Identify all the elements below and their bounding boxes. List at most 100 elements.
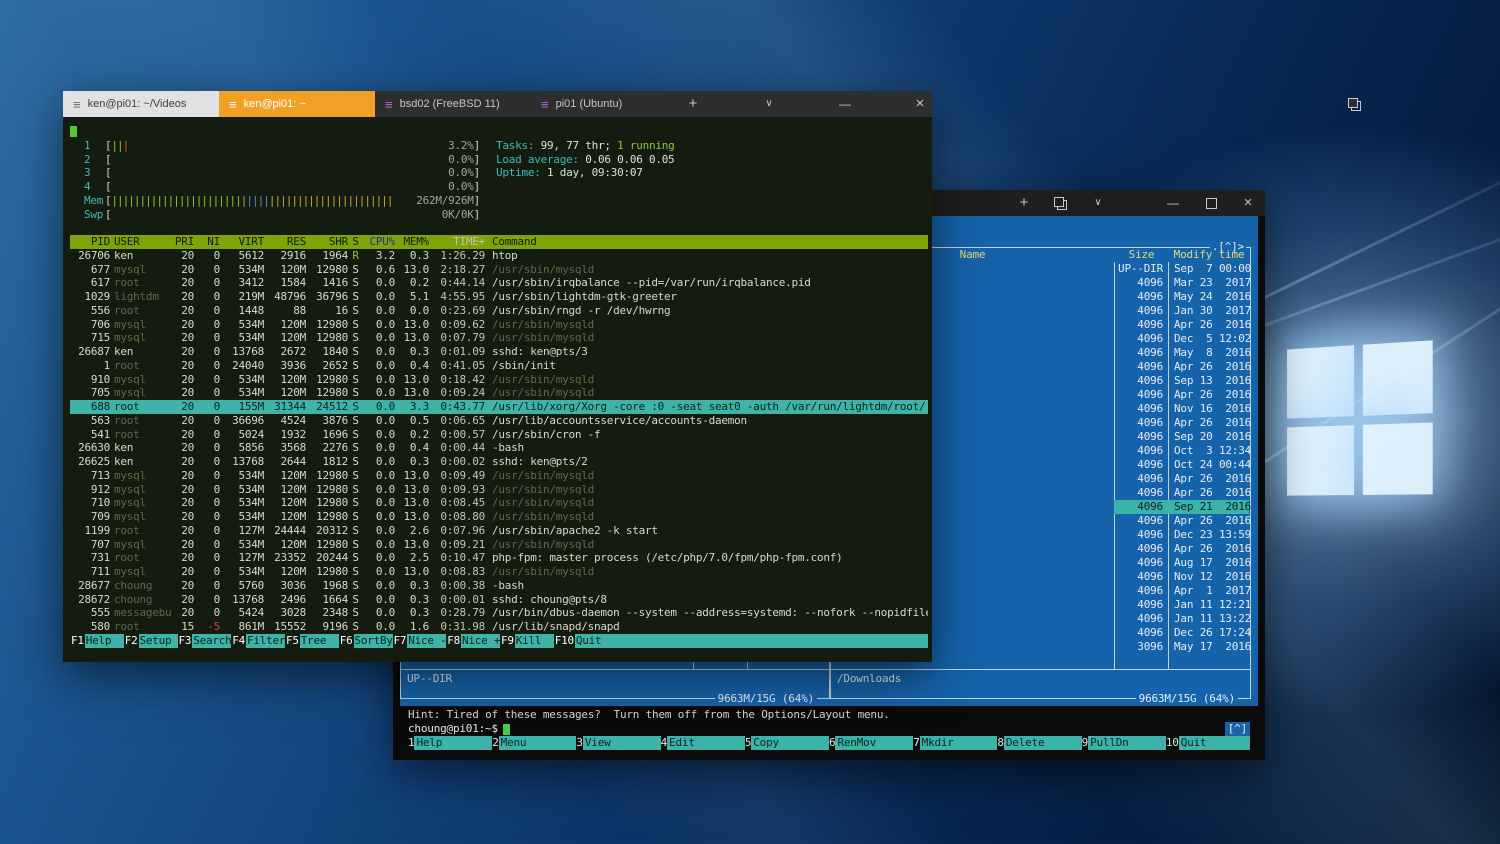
chevron-down-icon[interactable]: ∨	[756, 91, 782, 117]
tab-pi01-ubuntu[interactable]: ≡ pi01 (Ubuntu)	[531, 91, 687, 117]
tab-label: ken@pi01: ~/Videos	[88, 98, 187, 110]
column-header-pri[interactable]: PRI	[172, 235, 194, 249]
mc-fkey-3[interactable]: 3View	[576, 736, 660, 750]
cpu2-meter: 2[0.0%]	[84, 153, 480, 167]
cpu-meters: 1[|||3.2%]2[0.0%]3[0.0%]4[0.0%]Mem[|||||…	[70, 139, 480, 222]
fkey-f10[interactable]: F10Quit	[554, 634, 614, 648]
process-row-28677[interactable]: 28677choung200576030361968S0.00.30:00.38…	[70, 579, 928, 593]
process-row-1[interactable]: 1root2002404039362652S0.00.40:41.05/sbin…	[70, 359, 928, 373]
process-row-912[interactable]: 912mysql200534M120M12980S0.013.00:09.93/…	[70, 483, 928, 497]
process-row-26630[interactable]: 26630ken200585635682276S0.00.40:00.44-ba…	[70, 441, 928, 455]
column-header-tm[interactable]: TIME+	[429, 235, 485, 249]
htop-meters: 1[|||3.2%]2[0.0%]3[0.0%]4[0.0%]Mem[|||||…	[70, 139, 928, 222]
fkey-f8[interactable]: F8Nice +	[446, 634, 500, 648]
process-row-26625[interactable]: 26625ken2001376826441812S0.00.30:00.02ss…	[70, 455, 928, 469]
mc-fkey-10[interactable]: 10Quit	[1166, 736, 1250, 750]
tab-ken-pi01[interactable]: ≡ken@pi01: ~	[219, 91, 375, 117]
fkey-f6[interactable]: F6SortBy	[339, 634, 393, 648]
column-header-pid[interactable]: PID	[70, 235, 110, 249]
mc-left-ministatus: UP--DIR	[407, 672, 452, 686]
mc-hint-line: Hint: Tired of these messages? Turn them…	[408, 708, 1250, 722]
process-row-710[interactable]: 710mysql200534M120M12980S0.013.00:08.45/…	[70, 496, 928, 510]
column-header-size[interactable]: Size	[1115, 248, 1168, 262]
process-row-731[interactable]: 731root200127M2335220244S0.02.50:10.47ph…	[70, 551, 928, 565]
process-row-555[interactable]: 555messagebu200542430282348S0.00.30:28.7…	[70, 606, 928, 620]
column-header-res[interactable]: RES	[264, 235, 306, 249]
column-header-shr[interactable]: SHR	[306, 235, 348, 249]
fkey-f1[interactable]: F1Help	[70, 634, 124, 648]
process-row-580[interactable]: 580root15-5861M155529196S0.01.60:31.98/u…	[70, 620, 928, 634]
process-row-705[interactable]: 705mysql200534M120M12980S0.013.00:09.24/…	[70, 386, 928, 400]
mc-left-freespace: 9663M/15G (64%)	[715, 692, 817, 706]
fkey-f4[interactable]: F4Filter	[231, 634, 285, 648]
column-header-cmd[interactable]: Command	[485, 235, 928, 249]
fkey-f2[interactable]: F2Setup	[124, 634, 178, 648]
process-row-617[interactable]: 617root200341215841416S0.00.20:44.14/usr…	[70, 276, 928, 290]
shell-prompt-line[interactable]: choung@pi01:~$ [^]	[408, 722, 1250, 736]
process-row-715[interactable]: 715mysql200534M120M12980S0.013.00:07.79/…	[70, 331, 928, 345]
column-header-ni[interactable]: NI	[194, 235, 220, 249]
htop-titlebar[interactable]: ≡ ken@pi01: ~/Videos ≡ken@pi01: ~≡bsd02 (F…	[63, 91, 932, 117]
close-button[interactable]: ×	[1235, 190, 1261, 216]
mc-fkey-7[interactable]: 7Mkdir	[913, 736, 997, 750]
htop-info-row: Uptime: 1 day, 09:30:07	[496, 166, 928, 180]
process-row-709[interactable]: 709mysql200534M120M12980S0.013.00:08.80/…	[70, 510, 928, 524]
mc-fkey-4[interactable]: 4Edit	[661, 736, 745, 750]
process-row-711[interactable]: 711mysql200534M120M12980S0.013.00:08.83/…	[70, 565, 928, 579]
fkey-f9[interactable]: F9Kill	[500, 634, 554, 648]
process-row-26687[interactable]: 26687ken2001376826721840S0.00.30:01.09ss…	[70, 345, 928, 359]
process-row-713[interactable]: 713mysql200534M120M12980S0.013.00:09.49/…	[70, 469, 928, 483]
panels-toggle-badge[interactable]: [^]	[1225, 722, 1250, 736]
process-row-541[interactable]: 541root200502419321696S0.00.20:00.57/usr…	[70, 428, 928, 442]
htop-fkey-bar: F1HelpF2SetupF3SearchF4FilterF5TreeF6Sor…	[70, 634, 928, 648]
mc-right-freespace: 9663M/15G (64%)	[1136, 692, 1238, 706]
ministatus-separator	[401, 669, 829, 670]
mc-fkey-9[interactable]: 9PullDn	[1082, 736, 1166, 750]
mc-fkey-5[interactable]: 5Copy	[745, 736, 829, 750]
column-header-virt[interactable]: VIRT	[220, 235, 264, 249]
swap-meter: Swp[0K/0K]	[84, 208, 480, 222]
minimize-button[interactable]: —	[1160, 190, 1186, 216]
process-row-688[interactable]: 688root200155M3134424512S0.03.30:43.77/u…	[70, 400, 928, 414]
mc-fkey-6[interactable]: 6RenMov	[829, 736, 913, 750]
process-row-26706[interactable]: 26706ken200561229161964R3.20.31:26.29hto…	[70, 249, 928, 263]
minimize-button[interactable]: —	[832, 91, 858, 117]
chevron-down-icon[interactable]: ∨	[1085, 190, 1111, 216]
new-tab-button[interactable]: +	[1011, 190, 1037, 216]
fkey-f3[interactable]: F3Search	[178, 634, 232, 648]
process-row-677[interactable]: 677mysql200534M120M12980S0.613.02:18.27/…	[70, 263, 928, 277]
mc-right-ministatus: /Downloads	[837, 672, 901, 686]
process-row-28672[interactable]: 28672choung2001376824961664S0.00.30:00.0…	[70, 593, 928, 607]
tab-menu-icon[interactable]: ≡	[73, 98, 81, 111]
column-header-st[interactable]: S	[348, 235, 363, 249]
mc-shell-area: Hint: Tired of these messages? Turn them…	[400, 706, 1258, 758]
cpu3-meter: 3[0.0%]	[84, 166, 480, 180]
mc-fkey-1[interactable]: 1Help	[408, 736, 492, 750]
process-row-910[interactable]: 910mysql200534M120M12980S0.013.00:18.42/…	[70, 373, 928, 387]
tab-menu-icon[interactable]: ≡	[229, 98, 237, 111]
mc-fkey-2[interactable]: 2Menu	[492, 736, 576, 750]
column-header-mtime[interactable]: Modify time	[1169, 248, 1249, 262]
tab-ken-pi01-videos[interactable]: ≡ ken@pi01: ~/Videos	[63, 91, 219, 117]
tab-bsd02-freebsd-11[interactable]: ≡bsd02 (FreeBSD 11)	[375, 91, 531, 117]
column-header-cpu[interactable]: CPU%	[363, 235, 395, 249]
close-button[interactable]: ×	[907, 91, 933, 117]
fkey-f5[interactable]: F5Tree	[285, 634, 339, 648]
process-row-563[interactable]: 563root2003669645243876S0.00.50:06.65/us…	[70, 414, 928, 428]
process-row-1199[interactable]: 1199root200127M2444420312S0.02.60:07.96/…	[70, 524, 928, 538]
column-header-user[interactable]: USER	[110, 235, 172, 249]
mc-fkey-8[interactable]: 8Delete	[997, 736, 1081, 750]
process-row-707[interactable]: 707mysql200534M120M12980S0.013.00:09.21/…	[70, 538, 928, 552]
fkey-f7[interactable]: F7Nice -	[393, 634, 447, 648]
htop-terminal[interactable]: 1[|||3.2%]2[0.0%]3[0.0%]4[0.0%]Mem[|||||…	[63, 117, 932, 662]
process-row-1029[interactable]: 1029lightdm200219M4879636796S0.05.14:55.…	[70, 290, 928, 304]
tab-menu-icon[interactable]: ≡	[385, 98, 393, 111]
process-row-556[interactable]: 556root20014488816S0.00.00:23.69/usr/sbi…	[70, 304, 928, 318]
duplicate-tab-icon[interactable]	[1342, 91, 1368, 117]
process-row-706[interactable]: 706mysql200534M120M12980S0.013.00:09.62/…	[70, 318, 928, 332]
new-tab-button[interactable]: +	[680, 91, 706, 117]
column-header-mem[interactable]: MEM%	[395, 235, 429, 249]
tab-label: pi01 (Ubuntu)	[556, 98, 623, 110]
tab-menu-icon[interactable]: ≡	[541, 98, 549, 111]
ministatus-separator	[831, 669, 1250, 670]
